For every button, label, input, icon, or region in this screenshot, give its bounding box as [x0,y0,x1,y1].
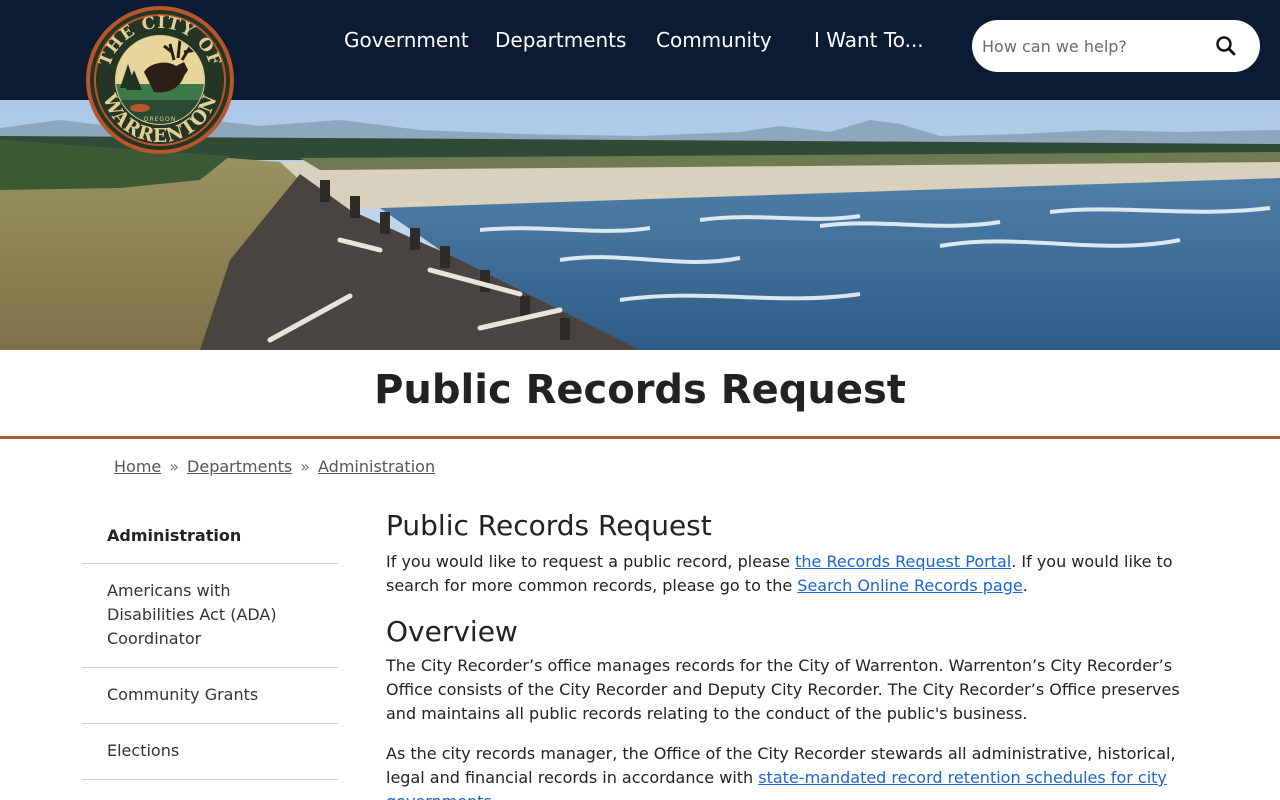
intro-text-1: If you would like to request a public re… [386,552,796,571]
overview-p2-text-2: . [492,792,497,800]
sidebar-item-community-grants[interactable]: Community Grants [82,668,338,724]
intro-paragraph: If you would like to request a public re… [386,550,1186,598]
search-button[interactable] [1210,30,1244,62]
city-seal: THE CITY OF WARRENTON OREGON [86,6,234,154]
nav-government[interactable]: Government [344,26,469,54]
nav-community[interactable]: Community [656,26,772,54]
content-heading: Public Records Request [386,509,712,542]
city-logo[interactable]: THE CITY OF WARRENTON OREGON [84,4,236,156]
sidebar-heading[interactable]: Administration [82,510,338,564]
nav-departments[interactable]: Departments [495,26,626,54]
search-online-records-link[interactable]: Search Online Records page [797,576,1022,595]
page-title: Public Records Request [374,367,906,413]
sidebar-item-emergency-operations[interactable]: Emergency Operations [82,780,338,800]
nav-i-want-to[interactable]: I Want To... [814,26,924,54]
sidebar-item-ada-coordinator[interactable]: Americans with Disabilities Act (ADA) Co… [82,564,338,668]
sidebar-nav: Administration Americans with Disabiliti… [82,510,338,800]
logo-text-state: OREGON [144,116,177,123]
breadcrumb-separator: » [169,457,180,476]
breadcrumb-separator: » [300,457,310,476]
search-box [972,20,1260,72]
breadcrumb: Home » Departments » Administration [114,456,435,478]
breadcrumb-home[interactable]: Home [114,457,161,476]
breadcrumb-departments[interactable]: Departments [187,457,292,476]
overview-heading: Overview [386,615,518,648]
overview-paragraph-2: As the city records manager, the Office … [386,742,1186,800]
intro-text-3: . [1022,576,1028,595]
main-content: Public Records Request If you would like… [386,508,1186,800]
search-icon [1216,36,1236,56]
records-request-portal-link[interactable]: the Records Request Portal [795,552,1011,571]
overview-paragraph-1: The City Recorder’s office manages recor… [386,656,1180,723]
sidebar-item-elections[interactable]: Elections [82,724,338,780]
breadcrumb-administration[interactable]: Administration [318,457,435,476]
search-input[interactable] [982,30,1202,62]
